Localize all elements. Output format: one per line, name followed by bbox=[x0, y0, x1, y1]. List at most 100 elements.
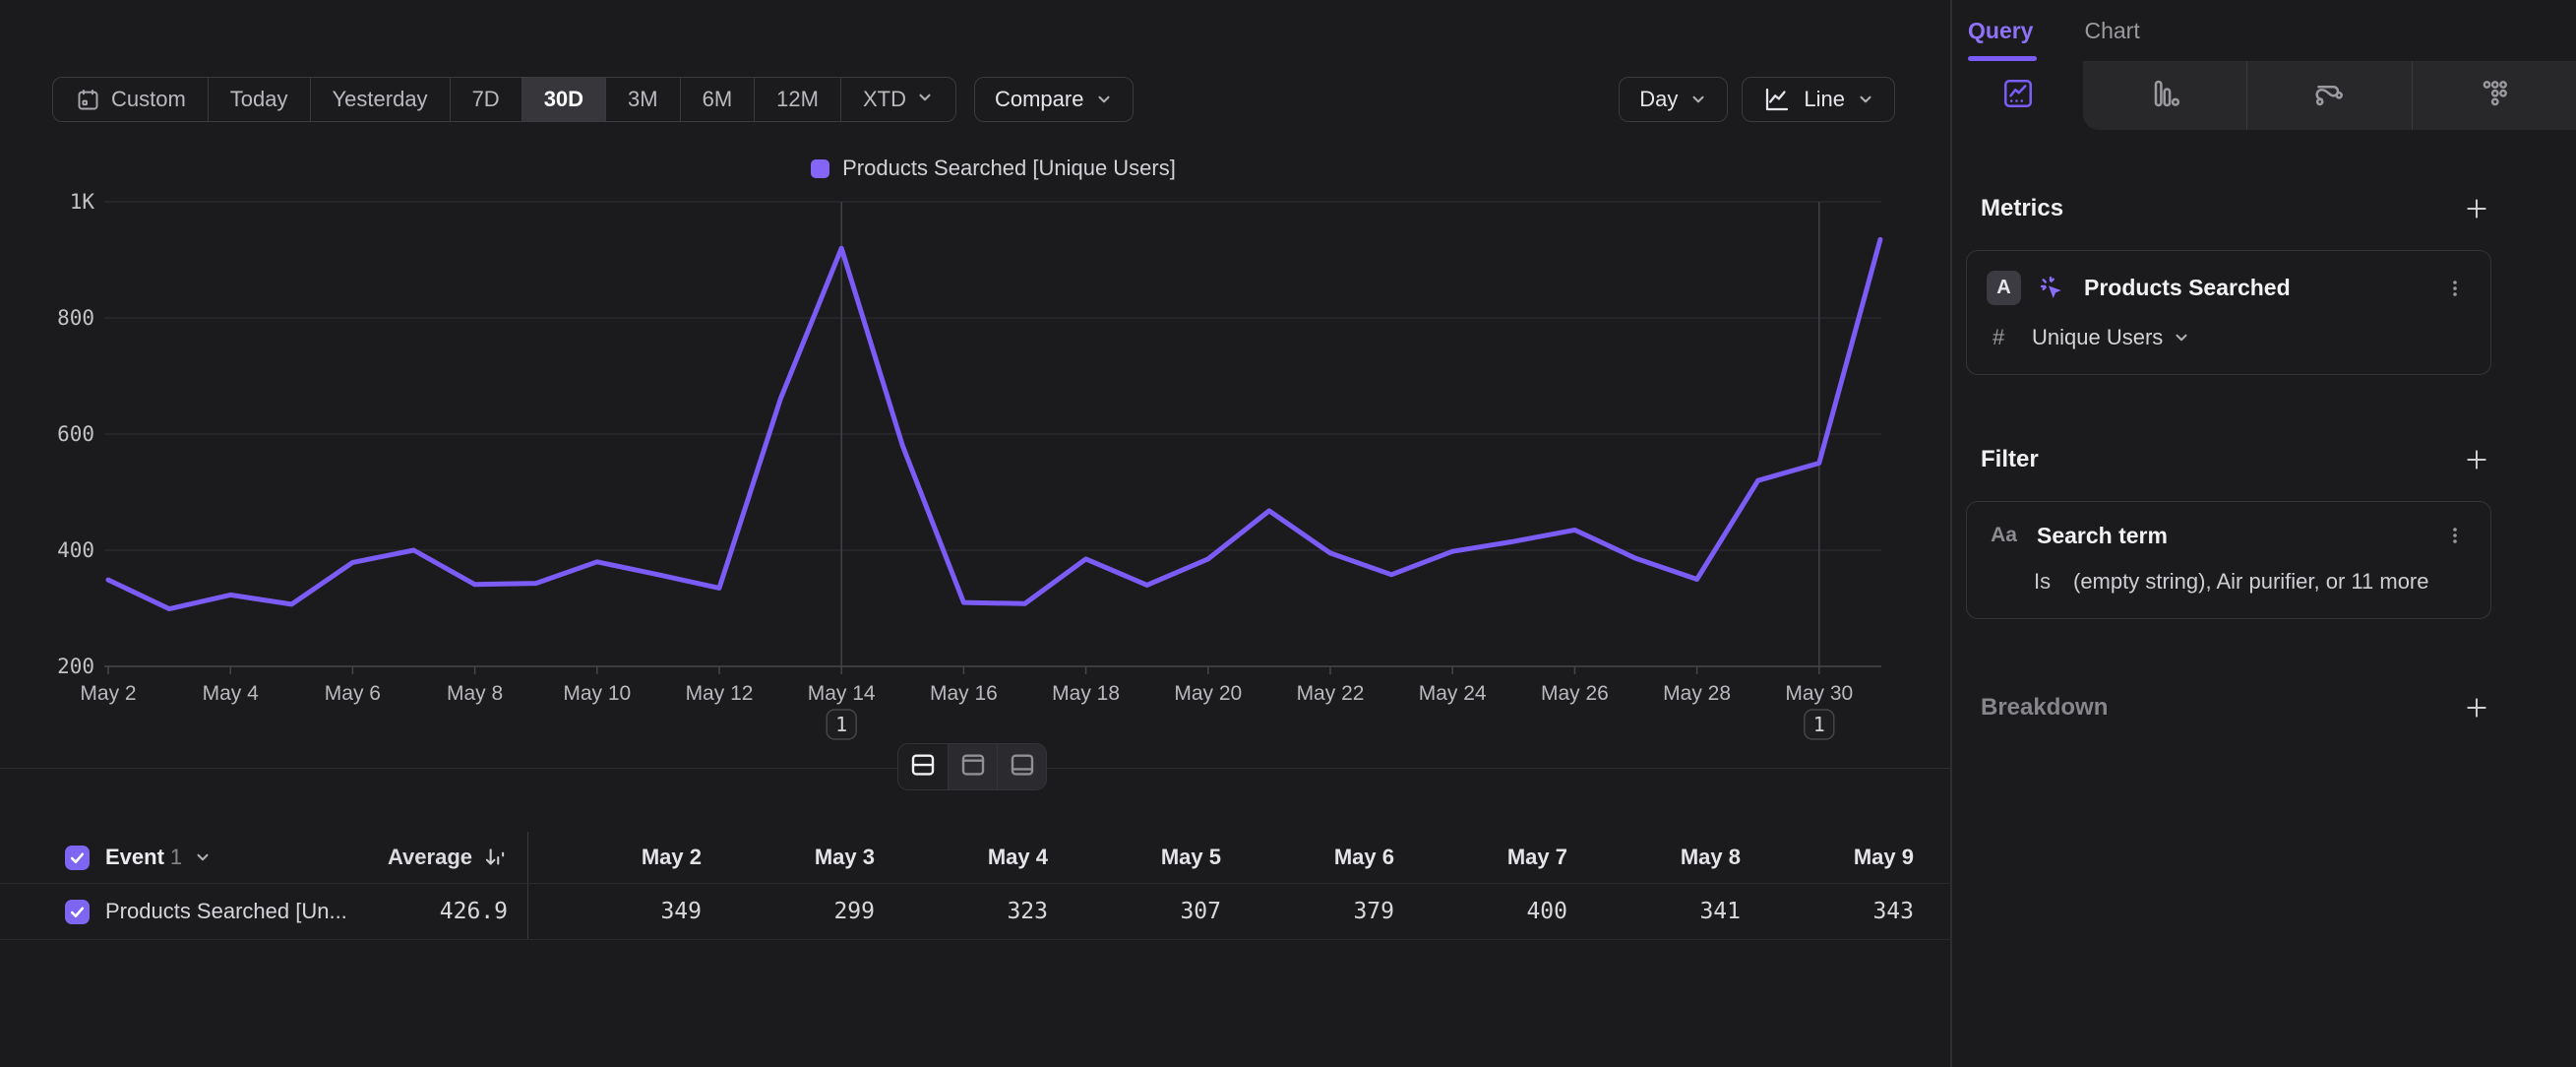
y-axis-label: 400 bbox=[57, 538, 94, 562]
day-value-cell: 349 bbox=[528, 899, 702, 924]
report-tab-insights[interactable] bbox=[1952, 61, 2083, 130]
filter-kebab-menu-icon[interactable] bbox=[2441, 522, 2469, 549]
x-axis-label: May 22 bbox=[1297, 682, 1365, 705]
range-button-xtd[interactable]: XTD bbox=[840, 78, 955, 121]
day-value-cell: 323 bbox=[875, 899, 1048, 924]
y-axis-label: 200 bbox=[57, 655, 94, 678]
add-filter-button[interactable] bbox=[2464, 447, 2489, 472]
x-axis-label: May 24 bbox=[1419, 682, 1487, 705]
string-type-badge: Aa bbox=[1987, 524, 2021, 547]
main-area: CustomTodayYesterday 7D 30D3M6M12M XTD Comp… bbox=[0, 0, 1952, 1067]
funnel-bars-icon bbox=[2147, 76, 2182, 116]
compare-button[interactable]: Compare bbox=[974, 77, 1134, 122]
average-header-cell[interactable]: Average bbox=[360, 845, 508, 870]
metric-name: Products Searched bbox=[2084, 275, 2425, 301]
granularity-label: Day bbox=[1639, 87, 1678, 112]
y-axis-label: 800 bbox=[57, 306, 94, 330]
line-chart-icon bbox=[1762, 85, 1792, 114]
line-chart: 2004006008001KMay 2May 4May 6May 8May 10… bbox=[0, 190, 1952, 747]
breakdown-title: Breakdown bbox=[1981, 694, 2108, 722]
x-axis-label: May 14 bbox=[808, 682, 876, 705]
legend-item[interactable]: Products Searched [Unique Users] bbox=[811, 156, 1176, 181]
range-button-today[interactable]: Today bbox=[208, 78, 310, 121]
filter-section-header: Filter bbox=[1981, 446, 2489, 473]
chevron-down-icon bbox=[1689, 91, 1707, 108]
event-cursor-click-icon bbox=[2037, 273, 2068, 304]
average-label: Average bbox=[388, 845, 472, 870]
chevron-down-icon bbox=[1857, 91, 1874, 108]
chart-type-label: Line bbox=[1804, 87, 1845, 112]
range-label: 7D bbox=[472, 87, 500, 112]
filter-title: Filter bbox=[1981, 446, 2039, 473]
report-tab-flows[interactable] bbox=[2246, 61, 2411, 130]
day-value-cell: 400 bbox=[1394, 899, 1567, 924]
filter-property-name: Search term bbox=[2037, 523, 2425, 549]
measure-dropdown[interactable]: Unique Users bbox=[2032, 325, 2190, 350]
select-all-checkbox[interactable] bbox=[65, 846, 90, 870]
chart-toolbar: CustomTodayYesterday 7D 30D3M6M12M XTD Comp… bbox=[52, 77, 1895, 122]
event-name-cell: Products Searched [Un... bbox=[65, 899, 360, 924]
chevron-down-icon bbox=[194, 848, 212, 866]
split-view-icon bbox=[908, 750, 938, 785]
chart-type-button[interactable]: Line bbox=[1742, 77, 1895, 122]
measure-label: Unique Users bbox=[2032, 325, 2163, 350]
day-value-cell: 341 bbox=[1567, 899, 1741, 924]
range-button-custom[interactable]: Custom bbox=[53, 78, 208, 121]
breakdown-section-header: Breakdown bbox=[1981, 694, 2489, 722]
range-label: XTD bbox=[863, 87, 906, 112]
day-value-cell: 299 bbox=[702, 899, 875, 924]
x-axis-label: May 16 bbox=[930, 682, 998, 705]
range-button-30d[interactable]: 30D bbox=[521, 78, 605, 121]
day-column-header: May 2 bbox=[528, 845, 702, 870]
add-metric-button[interactable] bbox=[2464, 196, 2489, 221]
x-axis-label: May 6 bbox=[325, 682, 381, 705]
filter-card[interactable]: Aa Search term Is (empty string), Air pu… bbox=[1966, 501, 2491, 619]
x-axis-label: May 18 bbox=[1052, 682, 1120, 705]
chart-only-view-icon bbox=[958, 750, 988, 785]
series-line bbox=[108, 239, 1880, 608]
average-value: 426.9 bbox=[440, 899, 508, 924]
average-value-cell: 426.9 bbox=[360, 899, 508, 924]
tab-query[interactable]: Query bbox=[1968, 18, 2033, 61]
tab-chart[interactable]: Chart bbox=[2084, 18, 2139, 61]
range-button-7d[interactable]: 7D bbox=[450, 78, 521, 121]
view-toggle-table-only-view[interactable] bbox=[997, 744, 1046, 789]
x-axis-label: May 26 bbox=[1541, 682, 1609, 705]
range-button-12m[interactable]: 12M bbox=[754, 78, 840, 121]
legend-swatch bbox=[811, 159, 829, 178]
y-axis-label: 1K bbox=[70, 190, 95, 214]
view-toggle-split-view[interactable] bbox=[898, 744, 948, 789]
report-tab-funnels[interactable] bbox=[2083, 61, 2246, 130]
granularity-button[interactable]: Day bbox=[1619, 77, 1728, 122]
day-value-cell: 307 bbox=[1048, 899, 1221, 924]
calendar-icon bbox=[75, 87, 101, 113]
metrics-title: Metrics bbox=[1981, 195, 2063, 222]
chart-legend: Products Searched [Unique Users] bbox=[105, 156, 1881, 181]
sort-descending-icon bbox=[482, 845, 508, 870]
metric-card[interactable]: A Products Searched # Uniq bbox=[1966, 250, 2491, 375]
x-axis-label: May 2 bbox=[80, 682, 136, 705]
row-checkbox[interactable] bbox=[65, 900, 90, 924]
legend-label: Products Searched [Unique Users] bbox=[842, 156, 1176, 181]
metric-kebab-menu-icon[interactable] bbox=[2441, 275, 2469, 302]
table-only-view-icon bbox=[1008, 750, 1037, 785]
filter-operator[interactable]: Is bbox=[2034, 569, 2059, 595]
filter-value[interactable]: (empty string), Air purifier, or 11 more bbox=[2073, 569, 2429, 595]
x-axis-label: May 8 bbox=[447, 682, 503, 705]
app-window: CustomTodayYesterday 7D 30D3M6M12M XTD Comp… bbox=[0, 0, 2576, 1067]
report-tab-retention[interactable] bbox=[2412, 61, 2576, 130]
event-dropdown[interactable]: Event 1 bbox=[105, 845, 212, 870]
range-button-yesterday[interactable]: Yesterday bbox=[310, 78, 450, 121]
table-data-row: Products Searched [Un... 426.9 349299323… bbox=[0, 883, 1952, 940]
compare-label: Compare bbox=[995, 87, 1083, 112]
insights-icon bbox=[2000, 76, 2036, 116]
add-breakdown-button[interactable] bbox=[2464, 695, 2489, 721]
range-button-3m[interactable]: 3M bbox=[605, 78, 680, 121]
chevron-down-icon bbox=[2173, 329, 2190, 346]
view-toggle-chart-only-view[interactable] bbox=[948, 744, 997, 789]
range-button-6m[interactable]: 6M bbox=[680, 78, 755, 121]
day-column-header: May 8 bbox=[1567, 845, 1741, 870]
report-type-strip bbox=[1952, 61, 2576, 130]
day-column-header: May 3 bbox=[702, 845, 875, 870]
event-header-cell: Event 1 bbox=[65, 845, 360, 870]
